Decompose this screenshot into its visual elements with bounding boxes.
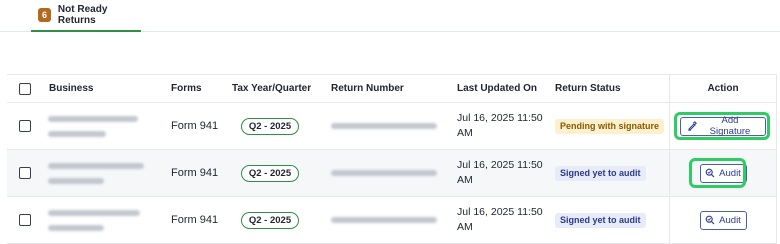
column-header-tax-year-quarter: Tax Year/Quarter [232, 83, 312, 94]
select-all-checkbox[interactable] [19, 82, 31, 95]
last-updated-ampm: AM [457, 174, 473, 186]
magnifier-icon [705, 168, 715, 178]
row-checkbox-cell [19, 197, 31, 243]
last-updated-cell: Jul 16, 2025 11:50 AM [457, 150, 543, 196]
status-cell: Signed yet to audit [555, 150, 646, 196]
form-cell: Form 941 [171, 120, 219, 132]
redacted-business-ein [48, 224, 104, 231]
tab-label: Not Ready Returns [57, 4, 108, 26]
form-cell: Form 941 [171, 214, 219, 226]
tab-bar: 6 Not Ready Returns [0, 0, 780, 32]
business-cell-redacted [48, 150, 144, 196]
redacted-return-number [331, 123, 437, 129]
row-checkbox-cell [19, 103, 31, 149]
column-header-return-number: Return Number [331, 83, 404, 94]
quarter-cell: Q2 - 2025 [241, 197, 299, 243]
signature-pen-icon [687, 121, 697, 131]
quarter-cell: Q2 - 2025 [241, 103, 299, 149]
select-all-cell [19, 75, 31, 102]
table-header-row: Business Forms Tax Year/Quarter Return N… [7, 74, 777, 103]
magnifier-icon [705, 215, 715, 225]
add-signature-button[interactable]: Add Signature [680, 115, 766, 137]
return-number-cell-redacted [331, 197, 437, 243]
add-signature-label: Add Signature [709, 115, 751, 137]
row-checkbox[interactable] [19, 214, 31, 226]
redacted-business-ein [48, 177, 104, 184]
redacted-return-number [331, 170, 437, 176]
business-cell-redacted [48, 103, 138, 149]
action-cell: Add Signature [669, 103, 777, 149]
quarter-pill: Q2 - 2025 [241, 117, 299, 135]
table-row: Form 941 Q2 - 2025 Jul 16, 2025 11:50 AM… [7, 150, 777, 197]
audit-label: Audit [719, 167, 741, 179]
column-header-action: Action [707, 83, 739, 94]
row-checkbox-cell [19, 150, 31, 196]
column-header-forms: Forms [171, 83, 202, 94]
redacted-return-number [331, 217, 437, 223]
action-cell: Audit [669, 197, 777, 243]
form-cell: Form 941 [171, 167, 219, 179]
audit-button[interactable]: Audit [699, 210, 747, 230]
redacted-business-name [48, 162, 144, 169]
column-header-return-status: Return Status [555, 83, 621, 94]
return-number-cell-redacted [331, 150, 437, 196]
return-number-cell-redacted [331, 103, 437, 149]
column-header-last-updated: Last Updated On [457, 83, 538, 94]
action-cell: Audit [669, 150, 777, 196]
status-badge: Signed yet to audit [555, 212, 646, 228]
returns-table: Business Forms Tax Year/Quarter Return N… [7, 74, 777, 244]
last-updated-date: Jul 16, 2025 11:50 [457, 159, 543, 171]
status-badge: Pending with signature [555, 118, 665, 134]
business-cell-redacted [48, 197, 140, 243]
status-badge: Signed yet to audit [555, 165, 646, 181]
audit-button[interactable]: Audit [699, 163, 747, 183]
audit-label: Audit [719, 214, 741, 226]
quarter-cell: Q2 - 2025 [241, 150, 299, 196]
row-checkbox[interactable] [19, 167, 31, 179]
redacted-business-name [48, 115, 138, 122]
column-header-business: Business [49, 83, 94, 94]
last-updated-ampm: AM [457, 127, 473, 139]
last-updated-ampm: AM [457, 221, 473, 233]
tab-not-ready-returns[interactable]: 6 Not Ready Returns [31, 0, 141, 32]
quarter-pill: Q2 - 2025 [241, 164, 299, 182]
table-row: Form 941 Q2 - 2025 Jul 16, 2025 11:50 AM… [7, 103, 777, 150]
redacted-business-ein [48, 130, 106, 137]
row-checkbox[interactable] [19, 120, 31, 132]
table-row: Form 941 Q2 - 2025 Jul 16, 2025 11:50 AM… [7, 197, 777, 244]
status-cell: Signed yet to audit [555, 197, 646, 243]
status-cell: Pending with signature [555, 103, 665, 149]
quarter-pill: Q2 - 2025 [241, 211, 299, 229]
last-updated-cell: Jul 16, 2025 11:50 AM [457, 197, 543, 243]
redacted-business-name [48, 209, 140, 216]
last-updated-date: Jul 16, 2025 11:50 [457, 206, 543, 218]
last-updated-cell: Jul 16, 2025 11:50 AM [457, 103, 543, 149]
tab-count-badge: 6 [38, 8, 51, 22]
last-updated-date: Jul 16, 2025 11:50 [457, 112, 543, 124]
